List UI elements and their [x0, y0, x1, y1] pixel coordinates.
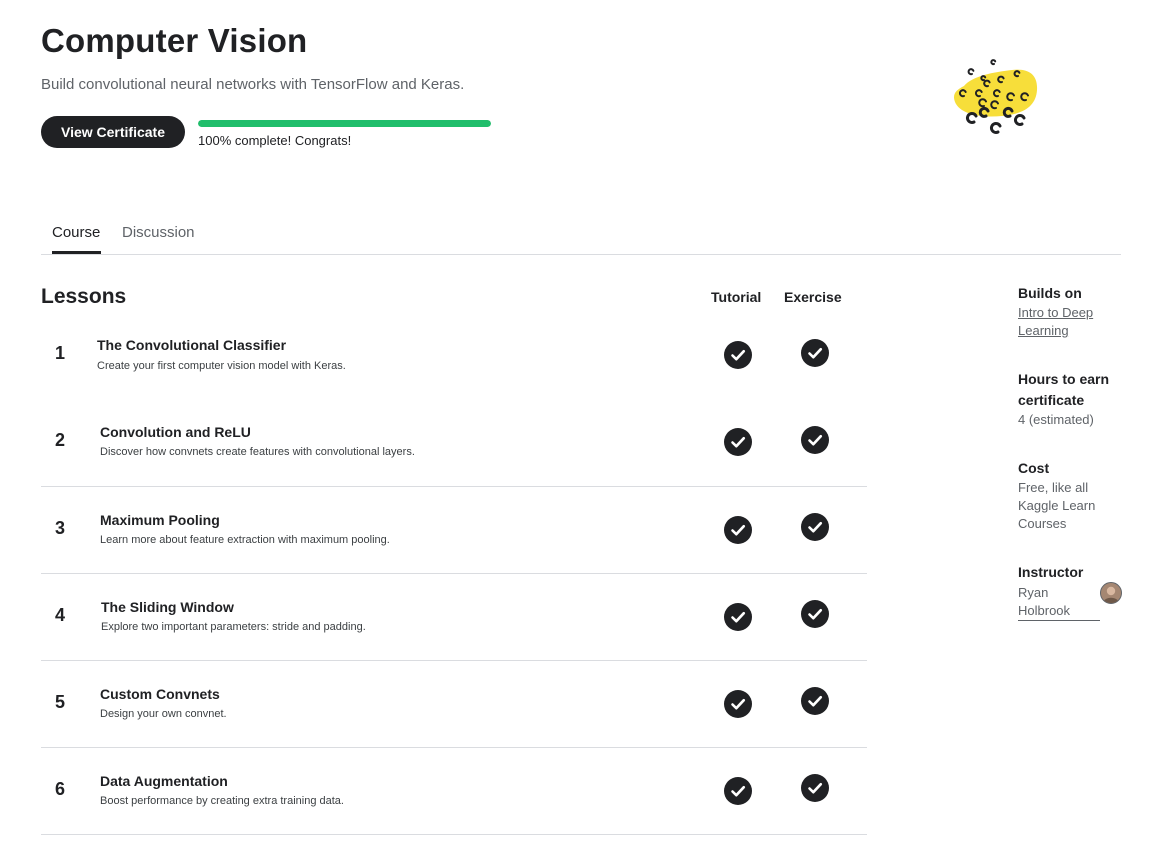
tutorial-check-icon[interactable]	[724, 690, 752, 718]
instructor-last-name: Holbrook	[1018, 603, 1071, 618]
page-title: Computer Vision	[41, 22, 308, 59]
view-certificate-button[interactable]: View Certificate	[41, 116, 185, 148]
hours-label-line1: Hours to earn	[1018, 371, 1110, 387]
progress-bar	[198, 120, 491, 127]
lesson-title-link[interactable]: Maximum Pooling	[100, 512, 220, 528]
lesson-row-4: 4 The Sliding Window Explore two importa…	[41, 573, 867, 661]
cost-section: Cost Free, like all Kaggle Learn Courses	[1018, 458, 1095, 533]
builds-on-label: Builds on	[1018, 285, 1082, 301]
lesson-title-link[interactable]: Data Augmentation	[100, 773, 228, 789]
builds-on-link-line1[interactable]: Intro to Deep	[1018, 304, 1093, 322]
lesson-description: Discover how convnets create features wi…	[100, 446, 415, 458]
lesson-description: Design your own convnet.	[100, 708, 227, 720]
builds-on-section: Builds on Intro to Deep Learning	[1018, 283, 1093, 340]
lesson-description: Create your first computer vision model …	[97, 360, 346, 372]
tab-bar: Course Discussion	[41, 220, 1121, 255]
lesson-row-1: 1 The Convolutional Classifier Create yo…	[41, 312, 867, 399]
lesson-description: Learn more about feature extraction with…	[100, 534, 390, 546]
exercise-check-icon[interactable]	[801, 687, 829, 715]
lesson-row-3: 3 Maximum Pooling Learn more about featu…	[41, 486, 867, 574]
instructor-first-name: Ryan	[1018, 585, 1049, 600]
exercise-check-icon[interactable]	[801, 513, 829, 541]
course-logo	[954, 59, 1038, 134]
course-subtitle: Build convolutional neural networks with…	[41, 76, 465, 93]
lesson-number: 5	[55, 692, 66, 712]
lessons-heading: Lessons	[41, 285, 127, 308]
avatar[interactable]	[1100, 582, 1122, 604]
lesson-row-6: 6 Data Augmentation Boost performance by…	[41, 747, 867, 835]
lesson-title-link[interactable]: The Convolutional Classifier	[97, 337, 286, 353]
tutorial-check-icon[interactable]	[724, 428, 752, 456]
instructor-section: Instructor Ryan Holbrook	[1018, 562, 1122, 622]
lesson-number: 4	[55, 605, 66, 625]
lesson-number: 3	[55, 518, 66, 538]
instructor-label: Instructor	[1018, 564, 1084, 580]
lesson-description: Boost performance by creating extra trai…	[100, 795, 344, 807]
tab-course[interactable]: Course	[52, 224, 100, 241]
exercise-check-icon[interactable]	[801, 600, 829, 628]
exercise-check-icon[interactable]	[801, 426, 829, 454]
lesson-row-2: 2 Convolution and ReLU Discover how conv…	[41, 399, 867, 487]
lesson-number: 2	[55, 430, 66, 450]
lesson-title-link[interactable]: Convolution and ReLU	[100, 424, 251, 440]
cost-line1: Free, like all	[1018, 480, 1089, 495]
cost-line3: Courses	[1018, 516, 1067, 531]
cost-label: Cost	[1018, 460, 1050, 476]
tutorial-check-icon[interactable]	[724, 777, 752, 805]
hours-label-line2: certificate	[1018, 392, 1085, 408]
builds-on-link-line2[interactable]: Learning	[1018, 322, 1093, 340]
tutorial-check-icon[interactable]	[724, 603, 752, 631]
cost-line2: Kaggle Learn	[1018, 498, 1096, 513]
lesson-title-link[interactable]: Custom Convnets	[100, 686, 220, 702]
tab-discussion[interactable]: Discussion	[122, 224, 195, 241]
lesson-number: 6	[55, 779, 66, 799]
lesson-title-link[interactable]: The Sliding Window	[101, 599, 234, 615]
active-tab-indicator	[52, 251, 101, 254]
exercise-check-icon[interactable]	[801, 774, 829, 802]
lesson-description: Explore two important parameters: stride…	[101, 621, 366, 633]
progress-bar-fill	[198, 120, 491, 127]
instructor-name-link[interactable]: Ryan Holbrook	[1018, 584, 1100, 621]
tutorial-check-icon[interactable]	[724, 341, 752, 369]
exercise-check-icon[interactable]	[801, 339, 829, 367]
lesson-number: 1	[55, 343, 66, 363]
tutorial-column-header: Tutorial	[711, 289, 762, 305]
tutorial-check-icon[interactable]	[724, 516, 752, 544]
hours-section: Hours to earn certificate 4 (estimated)	[1018, 369, 1109, 429]
progress-text: 100% complete! Congrats!	[198, 133, 352, 148]
lesson-row-5: 5 Custom Convnets Design your own convne…	[41, 660, 867, 748]
exercise-column-header: Exercise	[784, 289, 842, 305]
hours-value: 4 (estimated)	[1018, 412, 1094, 427]
